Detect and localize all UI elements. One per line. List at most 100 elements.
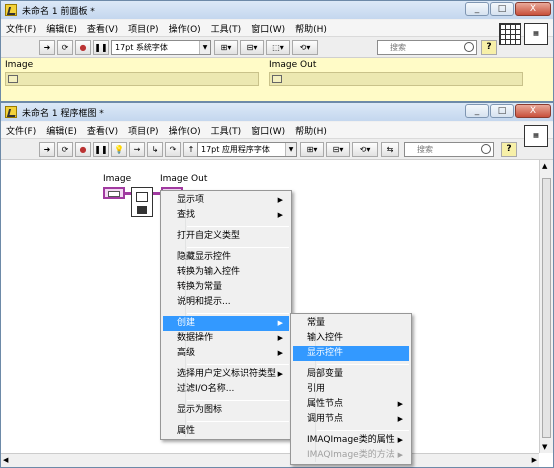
scroll-up-icon[interactable]: ▲ [542, 162, 547, 170]
help-button[interactable]: ? [481, 40, 497, 55]
submenu-item-imaq-properties[interactable]: IMAQImage类的属性 ▶ [293, 433, 409, 448]
highlight-execution-icon[interactable]: 💡 [111, 142, 127, 157]
search-input[interactable]: 搜索 [404, 142, 494, 157]
block-diagram-menubar: 文件(F) 编辑(E) 查看(V) 项目(P) 操作(O) 工具(T) 窗口(W… [1, 122, 553, 139]
menu-tools[interactable]: 工具(T) [206, 22, 247, 35]
menu-item-select-identifier-type[interactable]: 选择用户定义标识符类型 ▶ [163, 367, 289, 382]
run-arrow-icon[interactable]: ➜ [39, 40, 55, 55]
menu-item-change-to-constant[interactable]: 转换为常量 [163, 280, 289, 295]
submenu-item-reference[interactable]: 引用 [293, 382, 409, 397]
maximize-button[interactable]: □ [490, 104, 514, 118]
menu-item-label: 转换为常量 [177, 282, 223, 292]
minimize-button[interactable]: _ [465, 2, 489, 16]
vertical-scrollbar[interactable]: ▲ ▼ [539, 160, 553, 453]
menu-edit[interactable]: 编辑(E) [41, 22, 82, 35]
block-diagram-title: 未命名 1 程序框图 * [22, 108, 104, 119]
menu-operate[interactable]: 操作(O) [164, 124, 206, 137]
submenu-item-control[interactable]: 输入控件 [293, 331, 409, 346]
vi-icon[interactable]: ▦ [524, 23, 548, 45]
menu-view[interactable]: 查看(V) [82, 22, 123, 35]
reorder-icon[interactable]: ⟲▾ [352, 142, 378, 157]
menu-project[interactable]: 项目(P) [123, 124, 163, 137]
front-panel-titlebar[interactable]: 未命名 1 前面板 * _ □ X [1, 1, 553, 19]
menu-file[interactable]: 文件(F) [1, 22, 41, 35]
retain-wire-values-icon[interactable]: ⇝ [129, 142, 145, 157]
horizontal-scrollbar[interactable]: ◀ ▶ [1, 453, 539, 467]
menu-item-data-operations[interactable]: 数据操作 ▶ [163, 331, 289, 346]
distribute-objects-icon[interactable]: ⊟▾ [326, 142, 350, 157]
scroll-right-icon[interactable]: ▶ [532, 456, 537, 464]
menu-item-change-to-control[interactable]: 转换为输入控件 [163, 265, 289, 280]
vi-icon[interactable]: ▦ [524, 125, 548, 147]
menu-item-label: 数据操作 [177, 333, 214, 343]
chevron-down-icon: ▼ [285, 143, 296, 156]
menu-item-create[interactable]: 创建 ▶ [163, 316, 289, 331]
menu-item-filter-io-names[interactable]: 过滤I/O名称... [163, 382, 289, 397]
menu-help[interactable]: 帮助(H) [290, 124, 332, 137]
menu-item-label: 常量 [307, 318, 326, 328]
menu-project[interactable]: 项目(P) [123, 22, 163, 35]
run-continuous-icon[interactable]: ⟳ [57, 40, 73, 55]
menu-item-advanced[interactable]: 高级 ▶ [163, 346, 289, 361]
menu-file[interactable]: 文件(F) [1, 124, 41, 137]
clean-up-diagram-icon[interactable]: ⇆ [381, 142, 399, 157]
labview-app-icon [5, 106, 17, 118]
close-button[interactable]: X [515, 2, 551, 16]
search-icon[interactable] [464, 42, 474, 52]
block-diagram-titlebar[interactable]: 未命名 1 程序框图 * _ □ X [1, 103, 553, 121]
image-out-indicator[interactable] [269, 72, 523, 86]
scroll-down-icon[interactable]: ▼ [542, 443, 547, 451]
menu-item-view-as-icon[interactable]: 显示为图标 [163, 403, 289, 418]
menu-view[interactable]: 查看(V) [82, 124, 123, 137]
menu-item-visible-items[interactable]: 显示项 ▶ [163, 193, 289, 208]
search-input[interactable]: 搜索 [377, 40, 477, 55]
align-objects-icon[interactable]: ⊞▾ [300, 142, 324, 157]
step-over-icon[interactable]: ↷ [165, 142, 181, 157]
image-control-label: Image [5, 60, 34, 70]
menu-item-open-typedef[interactable]: 打开自定义类型 [163, 229, 289, 244]
maximize-button[interactable]: □ [490, 2, 514, 16]
menu-item-find[interactable]: 查找 ▶ [163, 208, 289, 223]
close-button[interactable]: X [515, 104, 551, 118]
pause-icon[interactable]: ❚❚ [93, 40, 109, 55]
menu-edit[interactable]: 编辑(E) [41, 124, 82, 137]
menu-operate[interactable]: 操作(O) [164, 22, 206, 35]
resize-objects-icon[interactable]: ⬚▾ [266, 40, 290, 55]
distribute-objects-icon[interactable]: ⊟▾ [240, 40, 264, 55]
image-terminal[interactable] [103, 187, 125, 199]
connector-pane-icon[interactable] [499, 23, 521, 45]
submenu-item-property-node[interactable]: 属性节点 ▶ [293, 397, 409, 412]
menu-item-label: 打开自定义类型 [177, 231, 241, 241]
minimize-button[interactable]: _ [465, 104, 489, 118]
reorder-icon[interactable]: ⟲▾ [292, 40, 318, 55]
run-continuous-icon[interactable]: ⟳ [57, 142, 73, 157]
submenu-item-constant[interactable]: 常量 [293, 316, 409, 331]
menu-item-label: 引用 [307, 384, 326, 394]
font-select[interactable]: 17pt 系统字体 ▼ [111, 40, 211, 55]
subvi-node[interactable] [131, 187, 153, 217]
menu-window[interactable]: 窗口(W) [246, 124, 290, 137]
submenu-item-indicator[interactable]: 显示控件 [293, 346, 409, 361]
help-button[interactable]: ? [501, 142, 517, 157]
scroll-left-icon[interactable]: ◀ [3, 456, 8, 464]
menu-window[interactable]: 窗口(W) [246, 22, 290, 35]
menu-help[interactable]: 帮助(H) [290, 22, 332, 35]
submenu-item-invoke-node[interactable]: 调用节点 ▶ [293, 412, 409, 427]
font-select[interactable]: 17pt 应用程序字体 ▼ [197, 142, 297, 157]
run-arrow-icon[interactable]: ➜ [39, 142, 55, 157]
scroll-thumb[interactable] [542, 178, 551, 438]
menu-tools[interactable]: 工具(T) [206, 124, 247, 137]
search-icon[interactable] [481, 144, 491, 154]
menu-item-properties[interactable]: 属性 [163, 424, 289, 439]
abort-icon[interactable]: ● [75, 40, 91, 55]
align-objects-icon[interactable]: ⊞▾ [214, 40, 238, 55]
submenu-item-local-variable[interactable]: 局部变量 [293, 367, 409, 382]
menu-item-label: 说明和提示... [177, 297, 231, 307]
abort-icon[interactable]: ● [75, 142, 91, 157]
menu-item-label: 输入控件 [307, 333, 344, 343]
image-control[interactable] [5, 72, 259, 86]
step-into-icon[interactable]: ↳ [147, 142, 163, 157]
menu-item-hide-indicator[interactable]: 隐藏显示控件 [163, 250, 289, 265]
menu-item-description[interactable]: 说明和提示... [163, 295, 289, 310]
pause-icon[interactable]: ❚❚ [93, 142, 109, 157]
